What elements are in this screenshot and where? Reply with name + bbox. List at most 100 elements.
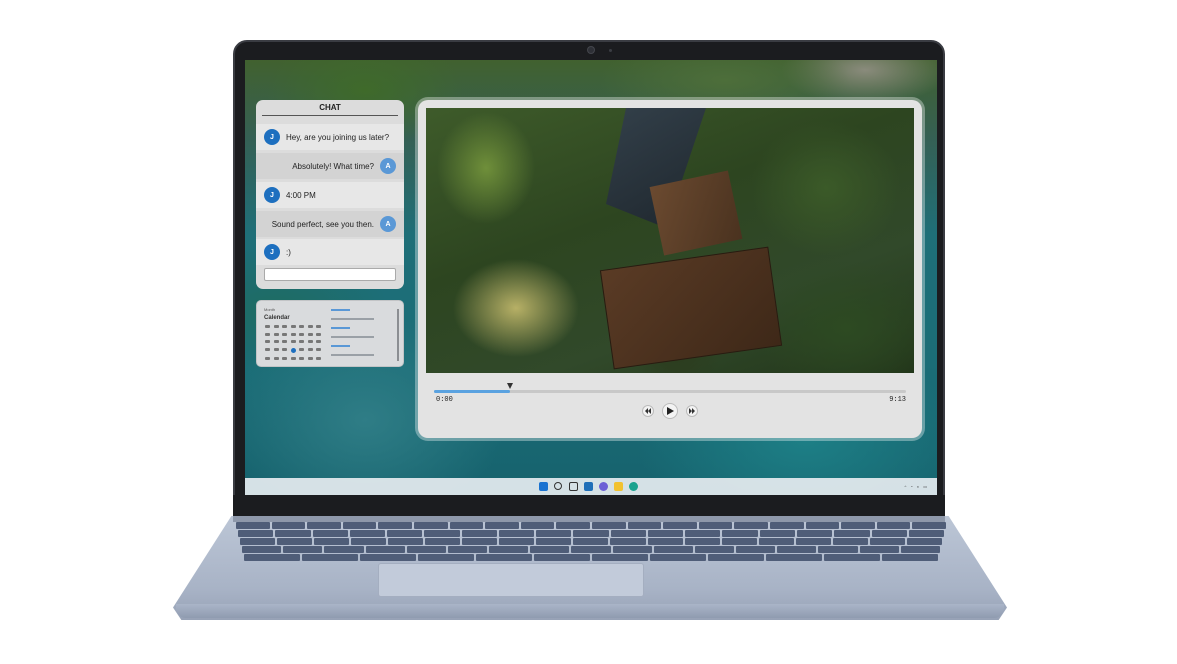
calendar-day[interactable] <box>307 340 313 344</box>
calendar-day[interactable] <box>273 347 279 351</box>
calendar-day[interactable] <box>282 357 288 361</box>
calendar-day[interactable] <box>307 325 313 328</box>
calendar-day[interactable] <box>273 325 279 328</box>
keyboard-key <box>277 538 313 545</box>
keyboard-key <box>908 530 945 537</box>
calendar-day[interactable] <box>299 325 305 328</box>
keyboard-key <box>650 554 706 561</box>
fast-forward-button[interactable] <box>686 405 698 417</box>
keyboard-key <box>499 538 535 545</box>
keyboard-key <box>758 538 794 545</box>
calendar-day[interactable] <box>307 347 313 351</box>
agenda-event[interactable] <box>331 336 375 338</box>
screen-bezel <box>233 495 945 518</box>
play-button[interactable] <box>662 403 678 419</box>
chevron-up-icon[interactable]: ^ <box>904 484 906 489</box>
windows-start-icon[interactable] <box>539 482 548 491</box>
battery-icon[interactable]: ▭ <box>923 484 927 489</box>
keyboard-key <box>242 546 282 553</box>
keyboard-key <box>796 530 833 537</box>
playhead-marker[interactable] <box>506 383 513 389</box>
video-frame[interactable] <box>426 108 914 373</box>
rewind-icon <box>645 408 651 414</box>
calendar-day[interactable] <box>282 332 288 336</box>
calendar-day[interactable] <box>290 340 296 344</box>
keyboard-key <box>722 530 758 537</box>
task-view-icon[interactable] <box>569 482 578 491</box>
webcam-icon <box>588 47 594 53</box>
chat-message-input[interactable] <box>264 268 396 281</box>
keyboard-key <box>795 538 831 545</box>
calendar-day[interactable] <box>299 340 305 344</box>
calendar-day[interactable] <box>307 357 313 361</box>
calendar-day-today[interactable] <box>290 347 296 353</box>
message-text: Absolutely! What time? <box>292 161 374 171</box>
calendar-view-tab[interactable]: Month <box>264 307 275 312</box>
search-icon[interactable] <box>554 482 562 490</box>
message-text: 4:00 PM <box>286 190 316 200</box>
calendar-day[interactable] <box>265 347 270 351</box>
wifi-icon[interactable]: ◔ <box>910 484 912 489</box>
keyboard-key <box>238 530 274 537</box>
calendar-day[interactable] <box>299 357 305 361</box>
keyboard-key <box>489 546 529 553</box>
avatar: J <box>264 244 280 260</box>
calendar-day[interactable] <box>265 325 270 328</box>
keyboard-key <box>351 538 387 545</box>
keyboard-key <box>824 554 880 561</box>
calendar-day[interactable] <box>299 332 305 336</box>
agenda-event[interactable] <box>331 318 375 320</box>
widgets-icon[interactable] <box>584 482 593 491</box>
touchpad <box>378 563 644 597</box>
calendar-day[interactable] <box>316 347 322 351</box>
keyboard-key <box>769 522 804 529</box>
keyboard-key <box>485 522 519 529</box>
calendar-day[interactable] <box>265 332 270 336</box>
calendar-day[interactable] <box>316 357 322 361</box>
file-explorer-icon[interactable] <box>614 482 623 491</box>
edge-browser-icon[interactable] <box>629 482 638 491</box>
keyboard-key <box>349 530 386 537</box>
calendar-day[interactable] <box>282 325 288 328</box>
agenda-day-label <box>331 309 350 311</box>
keyboard-key <box>462 538 498 545</box>
keyboard-key <box>461 530 497 537</box>
calendar-day[interactable] <box>316 332 322 336</box>
video-player-window: 0:00 9:13 <box>418 100 922 438</box>
calendar-day[interactable] <box>290 332 296 336</box>
chat-message: J Hey, are you joining us later? <box>256 124 404 150</box>
calendar-scrollbar[interactable] <box>397 309 399 361</box>
calendar-day[interactable] <box>290 357 296 361</box>
video-progress-bar[interactable] <box>434 383 906 393</box>
calendar-day[interactable] <box>307 332 313 336</box>
calendar-day[interactable] <box>316 325 322 328</box>
play-icon <box>666 407 674 415</box>
chat-app-icon[interactable] <box>599 482 608 491</box>
calendar-day[interactable] <box>299 347 305 351</box>
calendar-day[interactable] <box>265 340 270 344</box>
volume-icon[interactable]: ◖ <box>917 484 919 489</box>
calendar-day[interactable] <box>273 340 279 344</box>
avatar: A <box>380 216 396 232</box>
keyboard-key <box>573 538 609 545</box>
agenda-event[interactable] <box>331 354 375 356</box>
rewind-button[interactable] <box>642 405 654 417</box>
calendar-widget[interactable]: Month Calendar <box>256 300 404 367</box>
keyboard-key <box>536 538 572 545</box>
calendar-month-grid[interactable] <box>265 325 323 363</box>
keyboard-key <box>734 522 768 529</box>
calendar-day[interactable] <box>282 347 288 351</box>
keyboard-key <box>882 554 938 561</box>
keyboard-key <box>805 522 840 529</box>
keyboard-key <box>832 538 868 545</box>
calendar-day[interactable] <box>273 357 279 361</box>
calendar-day[interactable] <box>282 340 288 344</box>
cabin-wall-image <box>649 170 743 256</box>
calendar-day[interactable] <box>273 332 279 336</box>
calendar-day[interactable] <box>316 340 322 344</box>
keyboard-key <box>418 554 474 561</box>
keyboard-key <box>275 530 311 537</box>
calendar-day[interactable] <box>290 325 296 328</box>
calendar-day[interactable] <box>265 357 270 361</box>
system-tray: ^ ◔ ◖ ▭ <box>904 481 931 492</box>
